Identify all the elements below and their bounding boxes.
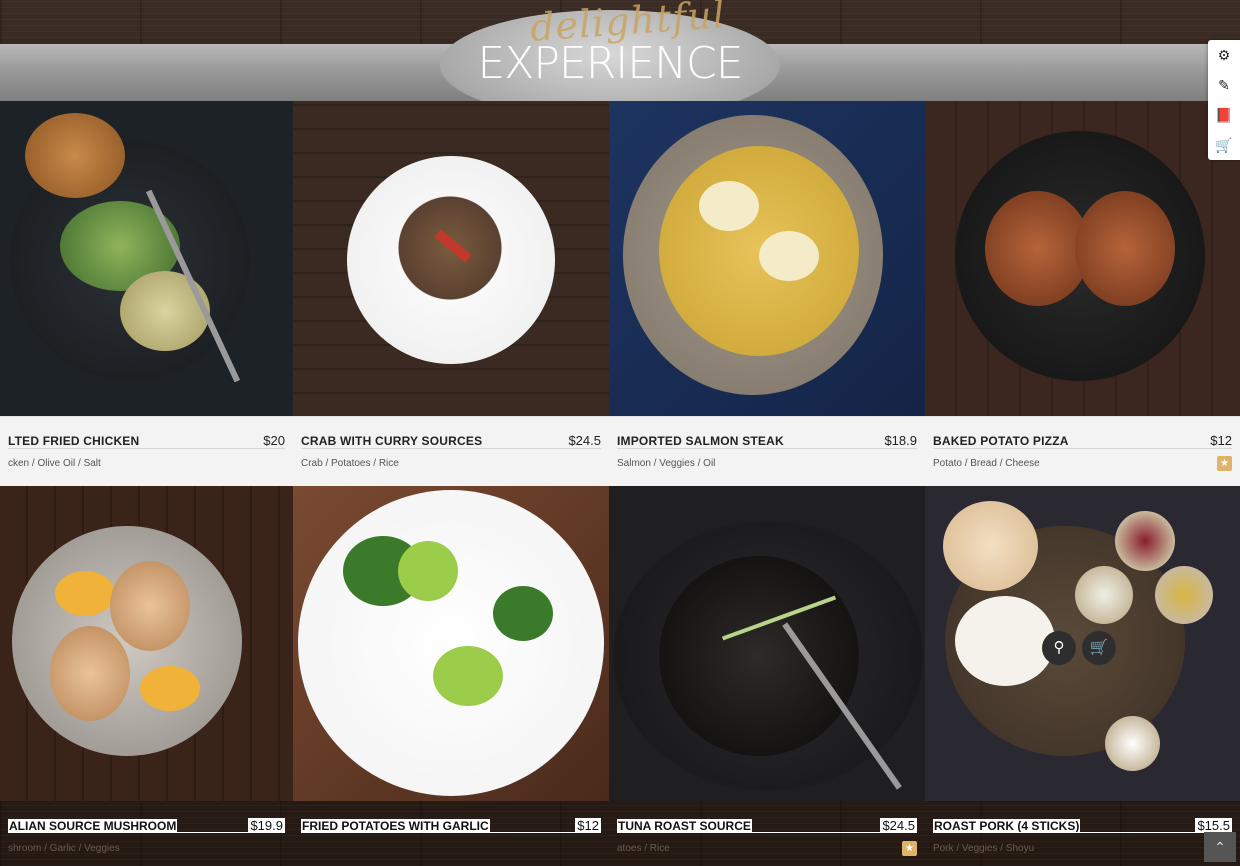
menu-item-info: BAKED POTATO PIZZA $12 Potato / Bread / … bbox=[925, 416, 1240, 486]
menu-card[interactable]: LTED FRIED CHICKEN $20 cken / Olive Oil … bbox=[0, 101, 293, 486]
divider bbox=[8, 448, 285, 449]
dish-price: $12 bbox=[1210, 433, 1232, 448]
dish-photo[interactable] bbox=[293, 101, 609, 416]
divider bbox=[301, 448, 601, 449]
dish-price: $18.9 bbox=[884, 433, 917, 448]
menu-card[interactable] bbox=[0, 486, 293, 866]
cart-icon[interactable]: 🛒 bbox=[1082, 631, 1116, 665]
dish-ingredients: cken / Olive Oil / Salt bbox=[8, 458, 101, 469]
book-icon[interactable]: 📕 bbox=[1208, 100, 1240, 130]
menu-card[interactable]: ⚲ 🛒 bbox=[925, 486, 1240, 866]
menu-item-info: LTED FRIED CHICKEN $20 cken / Olive Oil … bbox=[0, 416, 293, 486]
menu-item-info: IMPORTED SALMON STEAK $18.9 Salmon / Veg… bbox=[609, 416, 925, 486]
dish-photo[interactable] bbox=[609, 486, 925, 801]
dish-name[interactable]: CRAB WITH CURRY SOURCES bbox=[301, 434, 482, 448]
dish-photo[interactable] bbox=[0, 101, 293, 416]
divider bbox=[933, 448, 1232, 449]
menu-card[interactable]: CRAB WITH CURRY SOURCES $24.5 Crab / Pot… bbox=[293, 101, 609, 486]
search-icon[interactable]: ⚲ bbox=[1042, 631, 1076, 665]
divider bbox=[617, 448, 917, 449]
dish-ingredients: Crab / Potatoes / Rice bbox=[301, 458, 399, 469]
dish-photo[interactable] bbox=[0, 486, 293, 801]
edit-icon[interactable]: ✎ bbox=[1208, 70, 1240, 100]
dish-photo[interactable] bbox=[609, 101, 925, 416]
menu-item-info: CRAB WITH CURRY SOURCES $24.5 Crab / Pot… bbox=[293, 416, 609, 486]
dish-name[interactable]: IMPORTED SALMON STEAK bbox=[617, 434, 784, 448]
dish-ingredients: Potato / Bread / Cheese bbox=[933, 458, 1040, 469]
dish-photo[interactable] bbox=[925, 101, 1240, 416]
page-title: EXPERIENCE bbox=[477, 38, 743, 89]
star-icon[interactable]: ★ bbox=[1217, 456, 1232, 471]
dish-name[interactable]: LTED FRIED CHICKEN bbox=[8, 434, 139, 448]
gear-icon[interactable]: ⚙ bbox=[1208, 40, 1240, 70]
dish-price: $24.5 bbox=[568, 433, 601, 448]
menu-card[interactable]: IMPORTED SALMON STEAK $18.9 Salmon / Veg… bbox=[609, 101, 925, 486]
dish-ingredients: Salmon / Veggies / Oil bbox=[617, 458, 716, 469]
dish-photo[interactable] bbox=[293, 486, 609, 801]
menu-card[interactable]: BAKED POTATO PIZZA $12 Potato / Bread / … bbox=[925, 101, 1240, 486]
side-toolbar: ⚙ ✎ 📕 🛒 bbox=[1208, 40, 1240, 160]
dish-name[interactable]: BAKED POTATO PIZZA bbox=[933, 434, 1069, 448]
dish-price: $20 bbox=[263, 433, 285, 448]
menu-card[interactable] bbox=[609, 486, 925, 866]
chevron-up-icon[interactable]: ⌃ bbox=[1204, 832, 1236, 862]
menu-card[interactable] bbox=[293, 486, 609, 866]
basket-icon[interactable]: 🛒 bbox=[1208, 130, 1240, 160]
